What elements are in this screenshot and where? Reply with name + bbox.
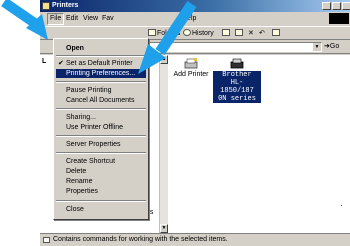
- move-to-icon: [222, 29, 230, 36]
- menu-file[interactable]: File: [47, 13, 65, 25]
- brother-printer-label-line-1: Brother: [222, 71, 252, 79]
- views-button[interactable]: [272, 28, 281, 39]
- windows-logo: [329, 13, 349, 24]
- window-icon: [42, 2, 50, 10]
- printer-list: Add Printer Brother HL-1850/187 0N serie…: [168, 55, 350, 233]
- status-text: Contains commands for working with the s…: [53, 236, 228, 243]
- menu-item-pause-printing[interactable]: Pause Printing: [56, 86, 146, 95]
- add-printer-label: Add Printer: [173, 71, 209, 78]
- left-pane-header: L: [42, 58, 47, 65]
- close-button[interactable]: [342, 2, 350, 10]
- menu-item-server-properties[interactable]: Server Properties: [56, 140, 146, 149]
- menu-item-set-default[interactable]: ✔ Set as Default Printer: [56, 59, 146, 68]
- menu-item-open[interactable]: Open: [56, 44, 146, 53]
- add-printer-item[interactable]: Add Printer: [173, 58, 209, 79]
- delete-icon: ✕: [248, 30, 254, 37]
- printer-icon: [230, 58, 244, 70]
- go-label: Go: [329, 43, 340, 50]
- folders-label: Folders: [157, 30, 181, 37]
- add-printer-icon: [184, 58, 198, 70]
- menu-item-sharing[interactable]: Sharing...: [56, 113, 146, 122]
- menu-separator: [56, 81, 146, 83]
- menu-item-properties[interactable]: Properties: [56, 187, 146, 196]
- checkmark-icon: ✔: [58, 60, 64, 67]
- menu-separator: [56, 152, 146, 154]
- stray-pixel: [341, 205, 342, 206]
- undo-button[interactable]: ↶: [259, 28, 265, 39]
- window-title: Printers: [52, 2, 79, 9]
- title-bar[interactable]: Printers: [40, 0, 350, 12]
- brother-printer-label: Brother HL-1850/187 0N series: [213, 71, 261, 103]
- menu-item-close[interactable]: Close: [56, 205, 146, 214]
- vertical-scrollbar[interactable]: ▲ ▼: [159, 55, 168, 233]
- status-bar: Contains commands for working with the s…: [40, 233, 350, 246]
- folders-button[interactable]: Folders: [148, 28, 180, 39]
- copy-to-button[interactable]: [235, 28, 244, 39]
- menu-view[interactable]: View: [81, 14, 100, 24]
- brother-printer-item[interactable]: Brother HL-1850/187 0N series: [213, 58, 261, 103]
- maximize-button[interactable]: [332, 2, 341, 10]
- menu-item-rename[interactable]: Rename: [56, 177, 146, 186]
- menu-separator: [56, 55, 146, 57]
- minimize-button[interactable]: [322, 2, 331, 10]
- scroll-down-icon[interactable]: ▼: [160, 224, 168, 233]
- copy-to-icon: [235, 29, 243, 36]
- menu-item-delete[interactable]: Delete: [56, 167, 146, 176]
- menu-edit[interactable]: Edit: [64, 14, 80, 24]
- menu-item-printing-preferences[interactable]: Printing Preferences...: [56, 69, 146, 78]
- menu-item-use-offline[interactable]: Use Printer Offline: [56, 123, 146, 132]
- history-label: History: [192, 30, 214, 37]
- menu-item-cancel-all[interactable]: Cancel All Documents: [56, 96, 146, 105]
- history-button[interactable]: History: [183, 28, 214, 39]
- menu-help[interactable]: Help: [180, 14, 198, 24]
- menu-bar: File Edit View Fav Help: [40, 12, 350, 26]
- brother-printer-label-line-2: HL-1850/187: [220, 79, 254, 95]
- menu-separator: [56, 200, 146, 202]
- menu-separator: [56, 108, 146, 110]
- move-to-button[interactable]: [222, 28, 231, 39]
- menu-item-set-default-label: Set as Default Printer: [66, 60, 133, 67]
- undo-icon: ↶: [259, 30, 265, 37]
- scroll-up-icon[interactable]: ▲: [160, 55, 168, 64]
- menu-favorites[interactable]: Fav: [100, 14, 116, 24]
- menu-separator: [56, 135, 146, 137]
- history-icon: [183, 29, 191, 36]
- chevron-down-icon[interactable]: ▼: [313, 43, 321, 51]
- brother-printer-label-line-3: 0N series: [218, 95, 256, 103]
- delete-button[interactable]: ✕: [248, 28, 254, 39]
- menu-item-create-shortcut[interactable]: Create Shortcut: [56, 157, 146, 166]
- file-menu-dropdown: Open ✔ Set as Default Printer Printing P…: [53, 38, 149, 220]
- status-icon: [43, 237, 50, 243]
- go-button[interactable]: ➜Go: [324, 42, 339, 52]
- views-icon: [272, 29, 280, 36]
- folders-icon: [148, 29, 156, 36]
- address-input[interactable]: ▼: [140, 42, 322, 52]
